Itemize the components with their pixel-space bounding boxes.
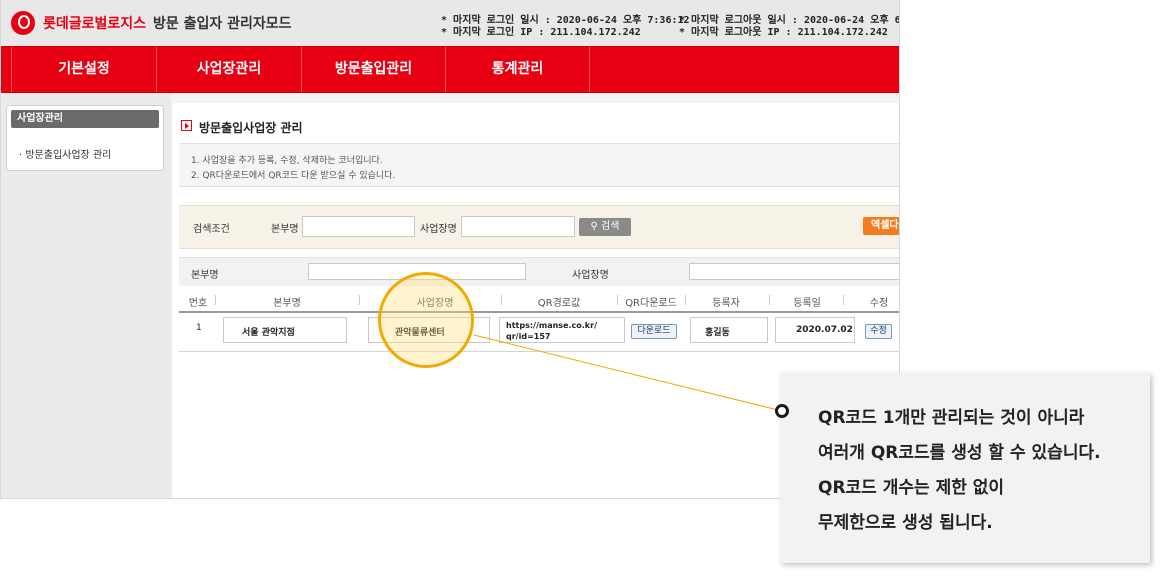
callout-line: QR코드 1개만 관리되는 것이 아니라 — [818, 408, 1085, 428]
callout-line: 무제한으로 생성 됩니다. — [818, 513, 993, 533]
callout-bullet-icon — [775, 404, 789, 418]
callout-line: 여러개 QR코드를 생성 할 수 있습니다. — [818, 443, 1101, 463]
connector-line — [473, 334, 783, 412]
callout-line: QR코드 개수는 제한 없이 — [818, 478, 1005, 498]
callout-box: QR코드 1개만 관리되는 것이 아니라 여러개 QR코드를 생성 할 수 있습… — [780, 373, 1150, 563]
